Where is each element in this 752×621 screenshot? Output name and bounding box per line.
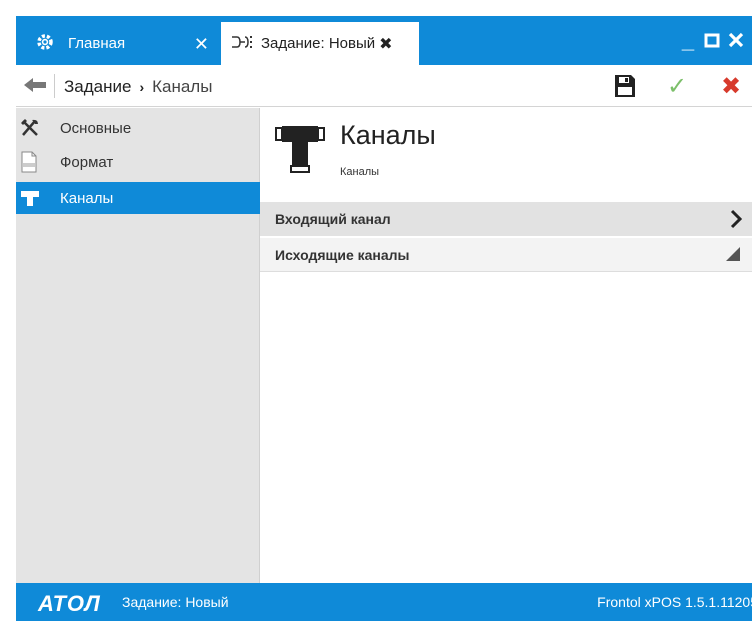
status-bar: АТОЛ Задание: Новый Frontol xPOS 1.5.1.1… [16, 583, 752, 621]
data-file-icon [16, 151, 60, 173]
ok-button[interactable]: ✓ [664, 73, 690, 100]
back-button[interactable] [22, 73, 48, 97]
sidebar-item-channels[interactable]: Каналы [16, 182, 260, 214]
tab-home-close-icon[interactable]: ✕ [194, 34, 209, 55]
expanded-triangle-icon [724, 245, 742, 266]
tab-task-close-icon[interactable]: ✖ [379, 34, 392, 54]
status-task: Задание: Новый [122, 594, 229, 610]
gear-icon [36, 33, 54, 55]
row-incoming-channel[interactable]: Входящий канал [260, 202, 752, 236]
breadcrumb-separator: › [139, 79, 145, 95]
row-label: Входящий канал [275, 211, 391, 227]
sidebar-item-label: Каналы [60, 189, 114, 207]
sidebar-item-format[interactable]: Формат [16, 146, 260, 178]
breadcrumb-parent[interactable]: Задание [64, 77, 131, 97]
window-controls: _ [678, 27, 746, 55]
status-version: Frontol xPOS 1.5.1.11205 [597, 594, 752, 610]
task-flow-icon [231, 34, 255, 54]
chevron-right-icon [730, 209, 743, 232]
tab-home-label: Главная [68, 35, 126, 52]
tools-icon [16, 118, 60, 138]
breadcrumb: Задание › Каналы [64, 77, 212, 97]
title-bar: Главная ✕ Задание: Новый ✖ _ [16, 16, 752, 65]
tab-task-label: Задание: Новый [261, 35, 376, 52]
toolbar: Задание › Каналы ✓ ✖ [16, 65, 752, 107]
sidebar-item-main[interactable]: Основные [16, 112, 260, 144]
channel-header-icon [272, 122, 328, 183]
save-button[interactable] [612, 73, 638, 99]
cancel-button[interactable]: ✖ [718, 73, 744, 100]
breadcrumb-current: Каналы [152, 77, 213, 96]
section-header: Каналы Каналы [260, 108, 752, 202]
arrow-left-icon [24, 78, 46, 92]
tab-home[interactable]: Главная ✕ [16, 22, 221, 65]
toolbar-divider [54, 74, 55, 98]
sidebar-item-label: Формат [60, 153, 114, 171]
row-label: Исходящие каналы [275, 246, 410, 263]
app-window: Главная ✕ Задание: Новый ✖ _ Задание › К… [16, 16, 752, 621]
page-subtitle: Каналы [340, 166, 380, 178]
main-panel: Каналы Каналы Входящий канал Исходящие к… [260, 108, 752, 583]
sidebar: Основные Формат Каналы [16, 108, 260, 583]
sidebar-item-label: Основные [60, 119, 132, 137]
channel-icon [16, 189, 60, 207]
maximize-icon[interactable] [702, 27, 722, 55]
save-icon [615, 75, 635, 97]
row-outgoing-channels[interactable]: Исходящие каналы [260, 238, 752, 272]
page-title: Каналы [340, 120, 436, 150]
close-icon[interactable] [726, 27, 746, 55]
minimize-icon[interactable]: _ [678, 27, 698, 55]
tab-task[interactable]: Задание: Новый ✖ [221, 22, 419, 65]
brand-logo: АТОЛ [38, 591, 101, 616]
